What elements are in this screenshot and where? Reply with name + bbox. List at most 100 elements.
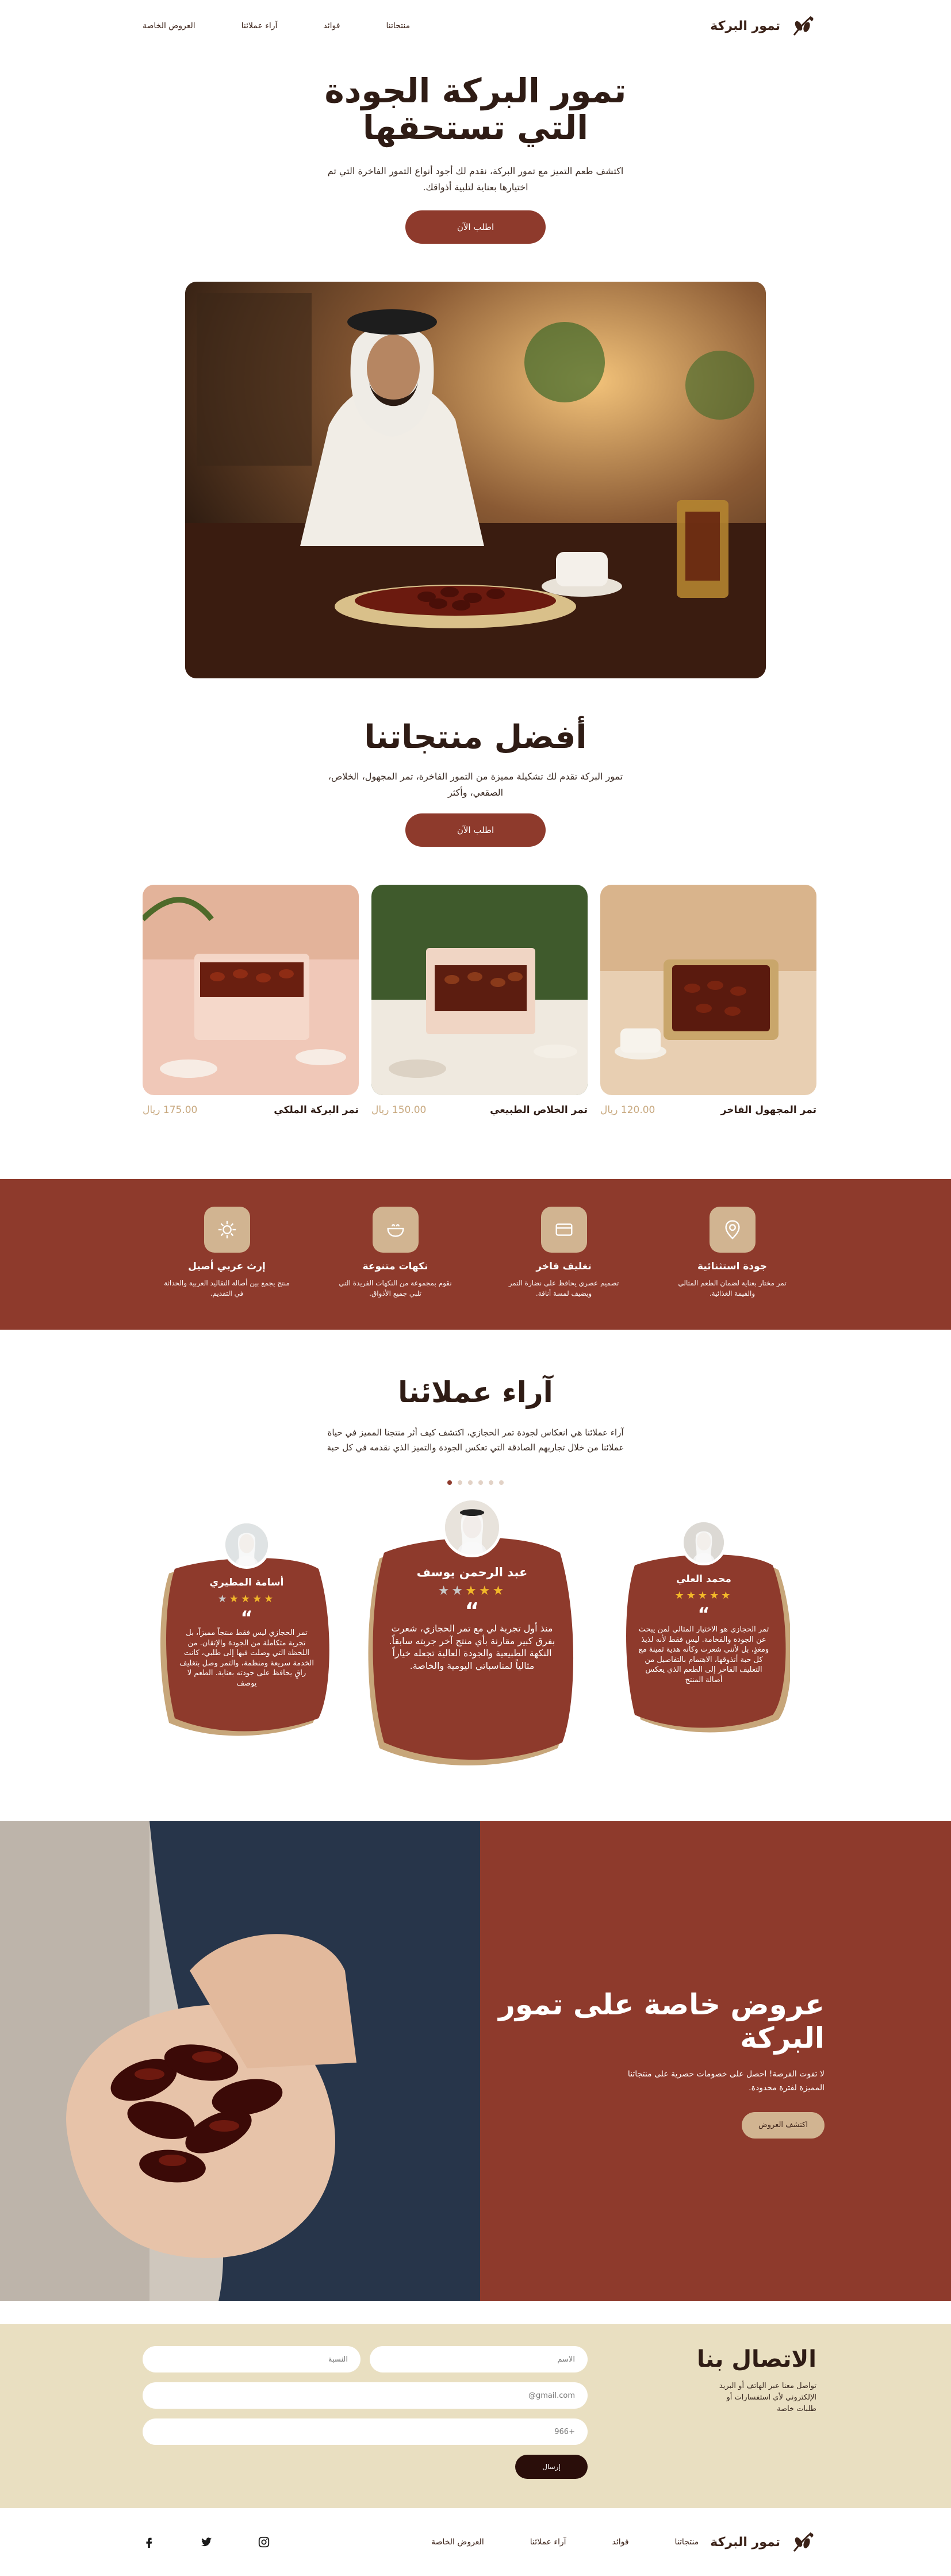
carousel-dot[interactable] (458, 1480, 462, 1485)
top-nav: تمور البركة منتجاتنا فوائد آراء عملائنا … (0, 0, 951, 52)
gift-card-icon (540, 1207, 587, 1253)
feature-title: تغليف فاخر (536, 1261, 592, 1272)
contact-info: الاتصال بنا تواصل معنا عبر الهاتف أو الب… (644, 2346, 816, 2508)
brand-logo[interactable]: تمور البركة (710, 12, 816, 40)
social-links (143, 2536, 270, 2548)
rating-stars: ★★★★★ (217, 1593, 276, 1605)
surname-input[interactable] (143, 2346, 361, 2372)
location-pin-icon (709, 1207, 756, 1253)
features-band: جودة استثنائية تمر مختار بعناية لضمان ال… (0, 1179, 951, 1330)
offers-panel: عروض خاصة على تمور البركة لا تفوت الفرصة… (480, 1821, 951, 2301)
feature-title: نكهات متنوعة (362, 1261, 428, 1272)
quote-icon: “ (697, 1603, 710, 1625)
contact-form: إرسال (143, 2346, 588, 2508)
date-branch-icon (793, 2532, 814, 2552)
feature-desc: منتج يجمع بين أصالة التقاليد العربية وال… (164, 1279, 290, 1297)
product-name: تمر الخلاص الطبيعي (490, 1104, 588, 1116)
best-products-section: أفضل منتجاتنا تمور البركة تقدم لك تشكيلة… (0, 678, 951, 1116)
rating-stars: ★★★★★ (438, 1584, 507, 1598)
contact-section: الاتصال بنا تواصل معنا عبر الهاتف أو الب… (0, 2324, 951, 2508)
feature-item: إرث عربي أصيل منتج يجمع بين أصالة التقال… (143, 1179, 311, 1330)
nav-link-reviews[interactable]: آراء عملائنا (241, 21, 278, 30)
phone-input[interactable] (143, 2418, 588, 2445)
feature-item: جودة استثنائية تمر مختار بعناية لضمان ال… (648, 1179, 816, 1330)
carousel-dot[interactable] (489, 1480, 493, 1485)
testimonials-section: آراء عملائنا آراء عملائنا هي انعكاس لجود… (0, 1330, 951, 1821)
send-button[interactable]: إرسال (515, 2455, 588, 2479)
product-card[interactable]: تمر الخلاص الطبيعي 150.00 ريال (371, 885, 588, 1116)
feature-title: إرث عربي أصيل (188, 1261, 266, 1272)
review-text: تمر الحجازي هو الاختيار المثالي لمن يبحث… (638, 1625, 769, 1684)
testimonials-subtitle: آراء عملائنا هي انعكاس لجودة تمر الحجازي… (327, 1427, 624, 1453)
nav-link-offers[interactable]: العروض الخاصة (143, 21, 195, 30)
offers-subtitle: لا تفوت الفرصة! احصل على خصومات حصرية عل… (627, 2070, 825, 2093)
product-name: تمر المجهول الفاخر (720, 1104, 816, 1116)
review-text: تمر الحجازي ليس فقط منتجاً مميزاً، بل تج… (179, 1629, 314, 1688)
contact-title: الاتصال بنا (697, 2346, 816, 2372)
review-text: منذ أول تجربة لي مع تمر الحجازي، شعرت بف… (389, 1623, 555, 1671)
product-card[interactable]: تمر البركة الملكي 175.00 ريال (143, 885, 359, 1116)
feature-title: جودة استثنائية (697, 1261, 767, 1272)
product-name: تمر البركة الملكي (274, 1104, 359, 1116)
feature-desc: نقوم بمجموعة من النكهات الفريدة التي تلب… (339, 1279, 452, 1297)
feature-item: نكهات متنوعة نقوم بمجموعة من النكهات الف… (311, 1179, 480, 1330)
twitter-icon[interactable] (200, 2536, 213, 2548)
hero-image (185, 282, 766, 678)
ornament-icon (204, 1207, 250, 1253)
best-products-subtitle: تمور البركة تقدم لك تشكيلة مميزة من التم… (328, 771, 623, 798)
carousel-dot[interactable] (468, 1480, 473, 1485)
product-image (600, 885, 816, 1095)
best-products-title: أفضل منتجاتنا (364, 719, 587, 756)
order-now-button-2[interactable]: اطلب الآن (405, 813, 546, 847)
reviewer-name: عبد الرحمن يوسف (416, 1565, 528, 1579)
reviewer-name: محمد العلي (676, 1573, 731, 1585)
avatar (223, 1521, 271, 1569)
product-grid: تمر المجهول الفاخر 120.00 ريال تمر الخلا… (0, 885, 951, 1116)
reviewer-name: أسامة المطيري (209, 1577, 284, 1588)
footer-link-offers[interactable]: العروض الخاصة (431, 2537, 484, 2547)
carousel-dots (0, 1480, 951, 1485)
hero-title: تمور البركة الجودة التي تستحقها (324, 71, 627, 147)
rating-stars: ★★★★★ (674, 1590, 733, 1602)
mix-bowl-icon (372, 1207, 419, 1253)
testimonials-title: آراء عملائنا (398, 1376, 553, 1409)
contact-subtitle: تواصل معنا عبر الهاتف أو البريد الإلكترو… (719, 2382, 816, 2413)
nav-links: منتجاتنا فوائد آراء عملائنا العروض الخاص… (143, 21, 410, 30)
product-image (143, 885, 359, 1095)
offers-title: عروض خاصة على تمور البركة (498, 1988, 825, 2055)
quote-icon: “ (465, 1598, 480, 1623)
avatar (681, 1519, 727, 1565)
nav-link-benefits[interactable]: فوائد (323, 21, 340, 30)
order-now-button[interactable]: اطلب الآن (405, 210, 546, 244)
nav-link-products[interactable]: منتجاتنا (386, 21, 410, 30)
footer-brand-logo[interactable]: تمور البركة (710, 2528, 816, 2556)
carousel-dot[interactable] (499, 1480, 504, 1485)
hero-section: تمور البركة الجودة التي تستحقها اكتشف طع… (0, 52, 951, 678)
feature-item: تغليف فاخر تصميم عصري يحافظ على نضارة ال… (480, 1179, 648, 1330)
facebook-icon[interactable] (143, 2536, 155, 2548)
product-price: 120.00 ريال (600, 1104, 655, 1116)
footer-link-products[interactable]: منتجاتنا (675, 2537, 699, 2547)
footer: تمور البركة منتجاتنا فوائد آراء عملائنا … (0, 2508, 951, 2576)
product-card[interactable]: تمر المجهول الفاخر 120.00 ريال (600, 885, 816, 1116)
footer-link-benefits[interactable]: فوائد (612, 2537, 628, 2547)
brand-name: تمور البركة (710, 18, 780, 33)
quote-icon: “ (240, 1607, 253, 1629)
feature-desc: تمر مختار بعناية لضمان الطعم المثالي وال… (678, 1279, 787, 1297)
name-input[interactable] (370, 2346, 588, 2372)
instagram-icon[interactable] (258, 2536, 270, 2548)
footer-link-reviews[interactable]: آراء عملائنا (530, 2537, 566, 2547)
date-branch-icon (793, 16, 814, 36)
carousel-dot[interactable] (478, 1480, 483, 1485)
email-input[interactable] (143, 2382, 588, 2409)
avatar (442, 1498, 502, 1557)
feature-desc: تصميم عصري يحافظ على نضارة التمر ويضيف ل… (508, 1279, 619, 1297)
carousel-dot-active[interactable] (447, 1480, 452, 1485)
product-price: 150.00 ريال (371, 1104, 427, 1116)
testimonial-card: أسامة المطيري ★★★★★ “ تمر الحجازي ليس فق… (158, 1521, 336, 1736)
hero-subtitle: اكتشف طعم التميز مع تمور البركة، نقدم لك… (327, 166, 624, 193)
offers-image (0, 1821, 480, 2301)
explore-offers-button[interactable]: اكتشف العروض (742, 2112, 825, 2139)
footer-links: منتجاتنا فوائد آراء عملائنا العروض الخاص… (431, 2537, 699, 2547)
footer-brand-name: تمور البركة (710, 2535, 780, 2550)
